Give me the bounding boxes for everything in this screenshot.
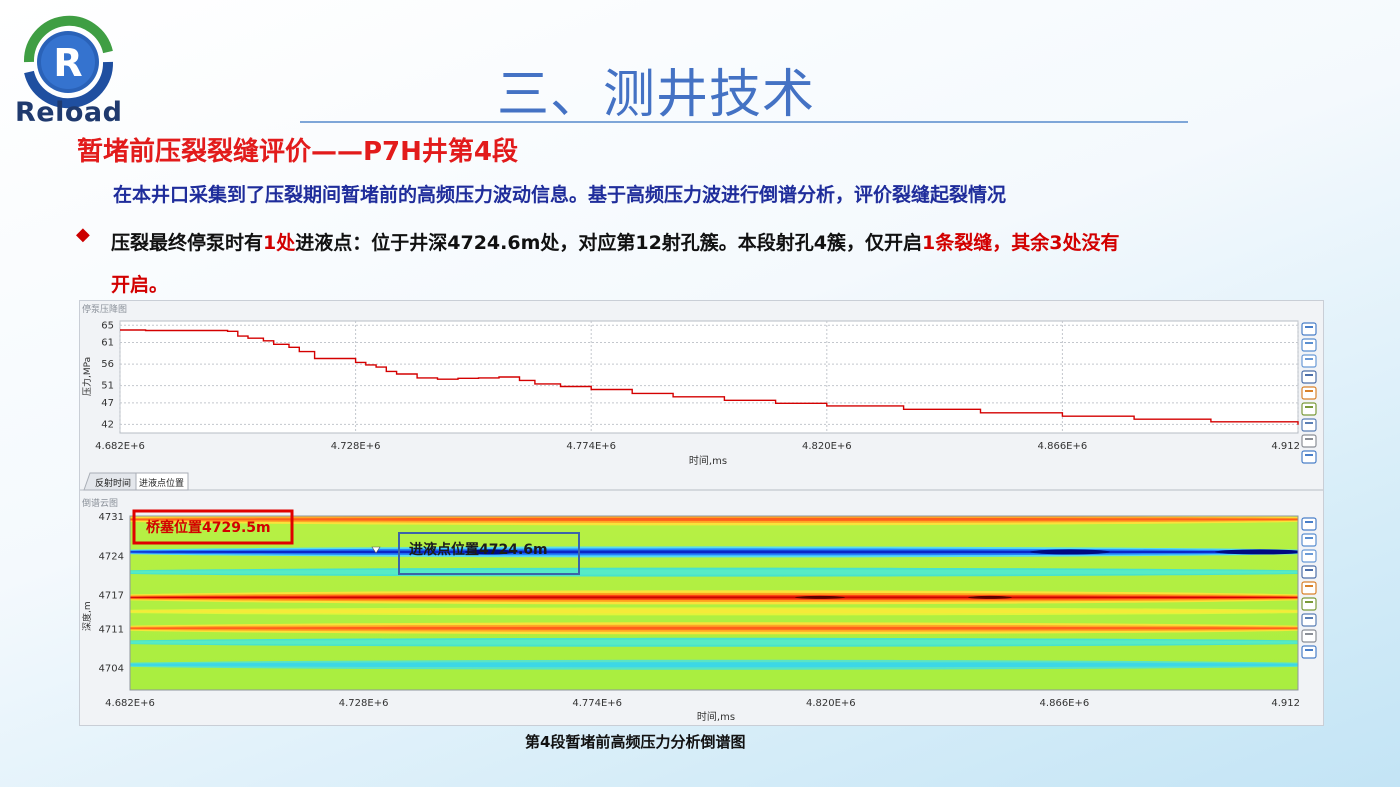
lead-text: 在本井口采集到了压裂期间暂堵前的高频压力波动信息。基于高频压力波进行倒谱分析，评… <box>113 184 1007 206</box>
cepstrum-chart-title: 倒谱云图 <box>82 497 118 509</box>
image-icon-glyph <box>1305 390 1313 392</box>
tab-injection-point-label: 进液点位置 <box>139 477 184 489</box>
zoom-icon-glyph <box>1305 358 1313 360</box>
export-icon-glyph <box>1305 406 1313 408</box>
heatmap-hotspot <box>1030 549 1110 555</box>
injection-point-annotation: 进液点位置4724.6m <box>409 541 548 558</box>
pressure-x-tick-label: 4.728E+6 <box>331 441 381 452</box>
heatmap-x-tick-label: 4.728E+6 <box>339 698 389 709</box>
print-icon-glyph <box>1305 374 1313 376</box>
image-icon[interactable] <box>1301 581 1317 595</box>
table-icon-glyph <box>1305 521 1313 523</box>
export-icon-glyph <box>1305 601 1313 603</box>
zoom-icon-glyph <box>1305 553 1313 555</box>
pressure-x-tick-label: 4.820E+6 <box>802 441 852 452</box>
pressure-x-axis-label: 时间,ms <box>689 454 727 467</box>
heatmap-band <box>130 550 1298 554</box>
bridge-plug-annotation: 桥塞位置4729.5m <box>146 519 271 536</box>
image-icon[interactable] <box>1301 386 1317 400</box>
chart-icon[interactable] <box>1301 613 1317 627</box>
heatmap-band <box>130 569 1298 575</box>
table-icon-glyph <box>1305 326 1313 328</box>
finding-text-1: 压裂最终停泵时有 <box>111 232 264 254</box>
settings-icon-glyph <box>1305 633 1313 635</box>
print-icon-glyph <box>1305 569 1313 571</box>
heatmap-x-tick-label: 4.866E+6 <box>1040 698 1090 709</box>
heatmap-y-tick-label: 4717 <box>99 591 124 602</box>
settings-icon-glyph <box>1305 438 1313 440</box>
zoom-icon[interactable] <box>1301 354 1317 368</box>
figure-caption: 第4段暂堵前高频压力分析倒谱图 <box>525 733 746 751</box>
export-icon[interactable] <box>1301 402 1317 416</box>
heatmap-y-axis-label: 深度,m <box>81 601 93 631</box>
calendar-icon[interactable] <box>1301 338 1317 352</box>
logo-letter: R <box>53 41 82 85</box>
table-icon[interactable] <box>1301 322 1317 336</box>
heatmap-y-tick-label: 4731 <box>99 512 124 523</box>
heatmap-y-tick-label: 4711 <box>99 624 124 635</box>
calendar-icon[interactable] <box>1301 533 1317 547</box>
zoom-icon[interactable] <box>1301 549 1317 563</box>
heatmap-hotspot <box>795 595 845 599</box>
settings-icon[interactable] <box>1301 434 1317 448</box>
pressure-y-tick-label: 42 <box>101 419 114 430</box>
heatmap-x-tick-label: 4.820E+6 <box>806 698 856 709</box>
heatmap-band <box>130 596 1298 599</box>
heatmap-hotspot <box>1215 549 1298 555</box>
window-icon[interactable] <box>1301 450 1317 464</box>
window-icon-glyph <box>1305 649 1313 651</box>
export-icon[interactable] <box>1301 597 1317 611</box>
slide-title: 三、测井技术 <box>497 65 816 125</box>
heatmap-band <box>130 662 1298 668</box>
chart-svg: 停泵压降图 65 61 56 51 47 42 4.682E+6 4.728E+6 4.774… <box>80 303 1323 723</box>
chart-icon-glyph <box>1305 617 1313 619</box>
settings-icon[interactable] <box>1301 629 1317 643</box>
print-icon[interactable] <box>1301 370 1317 384</box>
section-subtitle: 暂堵前压裂裂缝评价——P7H井第4段 <box>77 137 518 167</box>
print-icon[interactable] <box>1301 565 1317 579</box>
heatmap-hotspot <box>968 595 1012 599</box>
pressure-y-tick-label: 65 <box>101 320 114 331</box>
pressure-y-tick-label: 47 <box>101 398 114 409</box>
calendar-icon-glyph <box>1305 342 1313 344</box>
logo-text: Reload <box>15 97 123 128</box>
chart-icon-glyph <box>1305 422 1313 424</box>
pressure-x-tick-label: 4.866E+6 <box>1038 441 1088 452</box>
pressure-y-tick-label: 51 <box>101 381 114 392</box>
finding-text-2: 进液点：位于井深4724.6m处，对应第12射孔簇。本段射孔4簇，仅开启 <box>295 232 923 254</box>
pressure-y-tick-label: 56 <box>101 359 114 370</box>
heatmap-x-tick-label: 4.774E+6 <box>572 698 622 709</box>
pressure-y-axis-label: 压力,MPa <box>81 357 93 396</box>
pressure-chart-title: 停泵压降图 <box>82 303 127 315</box>
image-icon-glyph <box>1305 585 1313 587</box>
heatmap-y-tick-label: 4704 <box>99 664 124 675</box>
heatmap-y-tick-label: 4724 <box>99 551 124 562</box>
pressure-y-tick-label: 61 <box>101 338 114 349</box>
diamond-bullet-icon: ◆ <box>76 224 90 245</box>
finding-paragraph: 压裂最终停泵时有1处进液点：位于井深4724.6m处，对应第12射孔簇。本段射孔… <box>111 222 1341 306</box>
pressure-x-tick-label: 4.682E+6 <box>95 441 145 452</box>
window-icon-glyph <box>1305 454 1313 456</box>
calendar-icon-glyph <box>1305 537 1313 539</box>
window-icon[interactable] <box>1301 645 1317 659</box>
heatmap-x-tick-label: 4.912 <box>1271 698 1300 709</box>
pressure-x-tick-label: 4.912 <box>1271 441 1300 452</box>
heatmap-x-tick-label: 4.682E+6 <box>105 698 155 709</box>
pressure-x-tick-label: 4.774E+6 <box>566 441 616 452</box>
finding-highlight-1: 1处 <box>263 232 296 254</box>
chart-icon[interactable] <box>1301 418 1317 432</box>
finding-highlight-2: 1条裂缝，其余3处没有 <box>922 232 1120 254</box>
heatmap-band <box>130 609 1298 614</box>
table-icon[interactable] <box>1301 517 1317 531</box>
heatmap-band <box>130 626 1298 630</box>
title-divider <box>300 121 1188 123</box>
heatmap-band <box>130 639 1298 645</box>
tab-reflection-time-label: 反射时间 <box>95 477 131 489</box>
chart-panel: 停泵压降图 65 61 56 51 47 42 4.682E+6 4.728E+6 4.774… <box>79 300 1324 726</box>
heatmap-x-axis-label: 时间,ms <box>697 710 735 723</box>
